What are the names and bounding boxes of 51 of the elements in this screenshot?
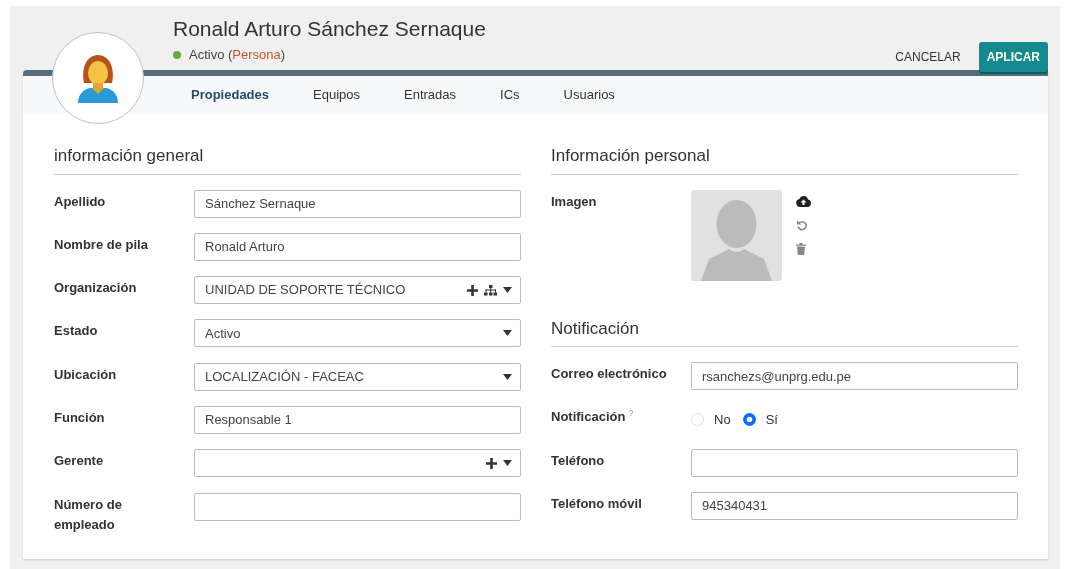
apply-button[interactable]: APLICAR: [978, 42, 1048, 72]
caret-icon[interactable]: [503, 373, 512, 380]
field-label: Correo electrónico: [551, 365, 668, 383]
radio-button[interactable]: [742, 412, 756, 426]
field-label: Imagen: [551, 192, 598, 211]
select-field[interactable]: LOCALIZACIÓN - FACEAC: [194, 362, 521, 391]
input-field[interactable]: rsanchezs@unprg.edu.pe: [691, 362, 1018, 390]
person-avatar-icon: [76, 53, 120, 103]
field-label: Nombre de pila: [54, 235, 149, 254]
plus-icon[interactable]: [486, 457, 497, 469]
field-label: Estado: [54, 322, 99, 341]
person-name: Ronald Arturo Sánchez Sernaque: [173, 16, 486, 42]
caret-icon[interactable]: [503, 330, 512, 337]
status-text: Activo (Persona): [189, 46, 286, 65]
person-silhouette-icon: [691, 189, 782, 281]
hierarchy-icon[interactable]: [484, 284, 497, 296]
tab[interactable]: Equipos: [291, 74, 382, 115]
select-field[interactable]: [194, 449, 521, 478]
input-field[interactable]: 945340431: [691, 491, 1018, 520]
field-label: Función: [54, 409, 106, 427]
section-title: Información personal: [551, 143, 1018, 175]
tab[interactable]: Entradas: [382, 74, 479, 115]
field-label: Número de empleado: [54, 495, 123, 534]
section-title: información general: [54, 143, 521, 175]
field-label: Teléfono móvil: [551, 494, 643, 513]
input-field[interactable]: Ronald Arturo: [194, 232, 521, 261]
field-label: Gerente: [54, 452, 105, 471]
option-label[interactable]: No: [714, 409, 731, 430]
input-field[interactable]: Sánchez Sernaque: [194, 189, 521, 218]
caret-icon[interactable]: [503, 287, 512, 294]
input-field[interactable]: [194, 492, 521, 521]
option-label[interactable]: Sí: [765, 409, 778, 430]
plus-icon[interactable]: [467, 284, 478, 296]
field-label: Ubicación: [54, 365, 118, 384]
field-label: Organización: [54, 279, 138, 298]
cloud-upload-icon[interactable]: [796, 195, 811, 207]
field-label: Teléfono: [551, 451, 606, 470]
section-title: Notificación: [551, 315, 1018, 347]
tab[interactable]: ICs: [478, 74, 542, 115]
field-label: Apellido: [54, 192, 107, 211]
input-field[interactable]: [691, 448, 1018, 477]
tab[interactable]: Propiedades: [169, 74, 292, 115]
tab[interactable]: Usuarios: [541, 74, 637, 115]
undo-icon[interactable]: [796, 218, 808, 231]
select-field[interactable]: Activo: [194, 319, 521, 348]
input-field[interactable]: Responsable 1: [194, 406, 521, 434]
select-field[interactable]: UNIDAD DE SOPORTE TÉCNICO: [194, 276, 521, 305]
trash-icon[interactable]: [796, 242, 806, 255]
field-label: Notificación $^{?}$: [551, 407, 635, 427]
cancel-button[interactable]: CANCELAR: [885, 44, 971, 70]
caret-icon[interactable]: [503, 460, 512, 467]
